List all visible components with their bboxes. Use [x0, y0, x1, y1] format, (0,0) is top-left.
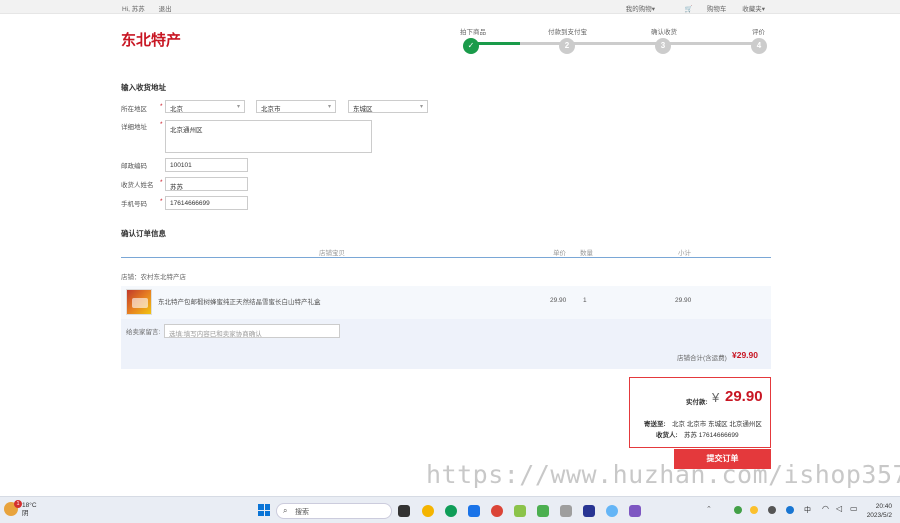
system-clock[interactable]: 20:40 2023/5/2: [867, 502, 892, 520]
step-circle-3: 3: [655, 38, 671, 54]
col-item: 店铺宝贝: [319, 250, 345, 257]
phone-input[interactable]: 17614666699: [165, 196, 248, 210]
step-line: [668, 42, 752, 45]
store-name[interactable]: 店铺：农村东北特产店: [121, 271, 186, 281]
tray-icon[interactable]: [786, 506, 794, 514]
edge-icon[interactable]: [445, 505, 457, 517]
cart-link[interactable]: 🛒 购物车: [671, 6, 727, 13]
ship-to-label: 寄送至:: [644, 421, 666, 428]
step-circle-2: 2: [559, 38, 575, 54]
step-label-2: 付款到支付宝: [548, 29, 587, 36]
product-thumbnail[interactable]: [126, 289, 152, 315]
detail-address-textarea[interactable]: 北京通州区: [165, 120, 372, 153]
paid-label: 实付款:: [686, 399, 708, 406]
receiver-value: 苏苏 17614666699: [684, 432, 739, 439]
step-line: [572, 42, 656, 45]
step-label-1: 拍下商品: [460, 29, 486, 36]
tray-icon[interactable]: [768, 506, 776, 514]
user-greeting: Hi, 苏苏: [122, 6, 145, 13]
product-name[interactable]: 东北特产包邮椴树蜂蜜纯正天然结晶雪蜜长白山特产礼盒: [158, 296, 321, 306]
col-price: 单价: [553, 250, 566, 257]
phone-label: 手机号码: [121, 201, 147, 208]
receiver-name-label: 收货人姓名: [121, 182, 154, 189]
step-label-4: 评价: [752, 29, 765, 36]
order-section-title: 确认订单信息: [121, 229, 166, 238]
zip-label: 邮政编码: [121, 163, 147, 170]
app-icon[interactable]: [629, 505, 641, 517]
detail-address-row: 详细地址 * 北京通州区: [121, 118, 381, 154]
order-progress: 拍下商品 付款到支付宝 确认收货 评价 ✓ 2 3 4: [460, 24, 770, 64]
step-line: [520, 42, 564, 45]
search-icon: ⌕: [283, 506, 288, 515]
phone-row: 手机号码 * 17614666699: [121, 195, 251, 211]
logout-link[interactable]: 退出: [159, 6, 172, 13]
step-check-icon: ✓: [463, 38, 479, 54]
step-label-3: 确认收货: [651, 29, 677, 36]
region-row: 所在地区 * 北京 ▾ 北京市 ▾ 东城区 ▾: [121, 100, 441, 114]
app-icon[interactable]: [583, 505, 595, 517]
chevron-up-icon[interactable]: ⌃: [706, 505, 712, 513]
step-circle-4: 4: [751, 38, 767, 54]
my-orders-link[interactable]: 我的购物▾: [626, 6, 655, 13]
cart-icon: 🛒: [684, 6, 693, 13]
product-price: 29.90: [550, 297, 567, 304]
city-select[interactable]: 北京市 ▾: [256, 100, 336, 113]
app-icon[interactable]: [560, 505, 572, 517]
volume-icon[interactable]: ◁: [836, 504, 842, 513]
chrome-icon[interactable]: [422, 505, 434, 517]
order-message-area: 给卖家留言: 选填:填写内容已和卖家协商确认 店铺合计(含运费) ¥29.90: [121, 319, 771, 369]
address-section-title: 输入收货地址: [121, 83, 166, 92]
product-subtotal: 29.90: [675, 297, 692, 304]
zip-input[interactable]: 100101: [165, 158, 248, 172]
step-line-done: [478, 42, 520, 45]
app-icon[interactable]: [537, 505, 549, 517]
receiver-name-input[interactable]: 苏苏: [165, 177, 248, 191]
store-total-label: 店铺合计(含运费): [677, 355, 727, 362]
province-select[interactable]: 北京 ▾: [165, 100, 245, 113]
chevron-down-icon: ▾: [236, 104, 240, 110]
app-icon[interactable]: [514, 505, 526, 517]
order-summary-box: 实付款: ¥ 29.90 寄送至: 北京 北京市 东城区 北京通州区 收货人: …: [629, 377, 771, 448]
favorites-link[interactable]: 收藏夹▾: [742, 6, 765, 13]
ship-to-value: 北京 北京市 东城区 北京通州区: [672, 421, 762, 428]
shop-logo[interactable]: 东北特产: [121, 29, 181, 50]
message-label: 给卖家留言:: [126, 329, 161, 336]
tray-icon[interactable]: [750, 506, 758, 514]
col-qty: 数量: [580, 250, 593, 257]
top-bar: Hi, 苏苏 退出 我的购物▾ 🛒 购物车 收藏夹▾: [0, 0, 900, 14]
seller-message-input[interactable]: 选填:填写内容已和卖家协商确认: [164, 324, 340, 338]
col-subtotal: 小计: [678, 250, 691, 257]
receiver-label: 收货人:: [656, 432, 678, 439]
weather-widget[interactable]: 18°C 阴: [22, 502, 37, 518]
zip-row: 邮政编码 100101: [121, 157, 251, 173]
chevron-down-icon: ▾: [419, 104, 423, 110]
task-view-icon[interactable]: [398, 505, 410, 517]
chrome-active-icon[interactable]: [491, 505, 503, 517]
chevron-down-icon: ▾: [327, 104, 331, 110]
app-icon[interactable]: [606, 505, 618, 517]
paid-amount: 29.90: [725, 388, 763, 405]
windows-taskbar: 1 18°C 阴 ⌕ 搜索 ⌃ 中 ◠ ◁ ▭ 20:40 2023/5/2: [0, 496, 900, 523]
windows-start-icon[interactable]: [258, 504, 270, 516]
detail-address-label: 详细地址: [121, 124, 147, 131]
product-qty: 1: [583, 297, 587, 304]
region-label: 所在地区: [121, 106, 147, 113]
edge-browser-icon[interactable]: [468, 505, 480, 517]
receiver-name-row: 收货人姓名 * 苏苏: [121, 176, 251, 192]
currency-symbol: ¥: [712, 390, 720, 405]
tray-icon[interactable]: [734, 506, 742, 514]
ime-indicator[interactable]: 中: [804, 505, 811, 515]
battery-icon[interactable]: ▭: [850, 504, 858, 513]
notification-badge: 1: [14, 500, 22, 508]
district-select[interactable]: 东城区 ▾: [348, 100, 428, 113]
watermark: https://www.huzhan.com/ishop3572: [426, 460, 900, 489]
wifi-icon[interactable]: ◠: [822, 504, 829, 513]
order-item-row: 东北特产包邮椴树蜂蜜纯正天然结晶雪蜜长白山特产礼盒 29.90 1 29.90: [121, 286, 771, 319]
taskbar-search[interactable]: ⌕ 搜索: [276, 503, 392, 519]
order-table-header: 店铺宝贝 单价 数量 小计: [121, 244, 771, 258]
store-total-value: ¥29.90: [732, 350, 758, 360]
